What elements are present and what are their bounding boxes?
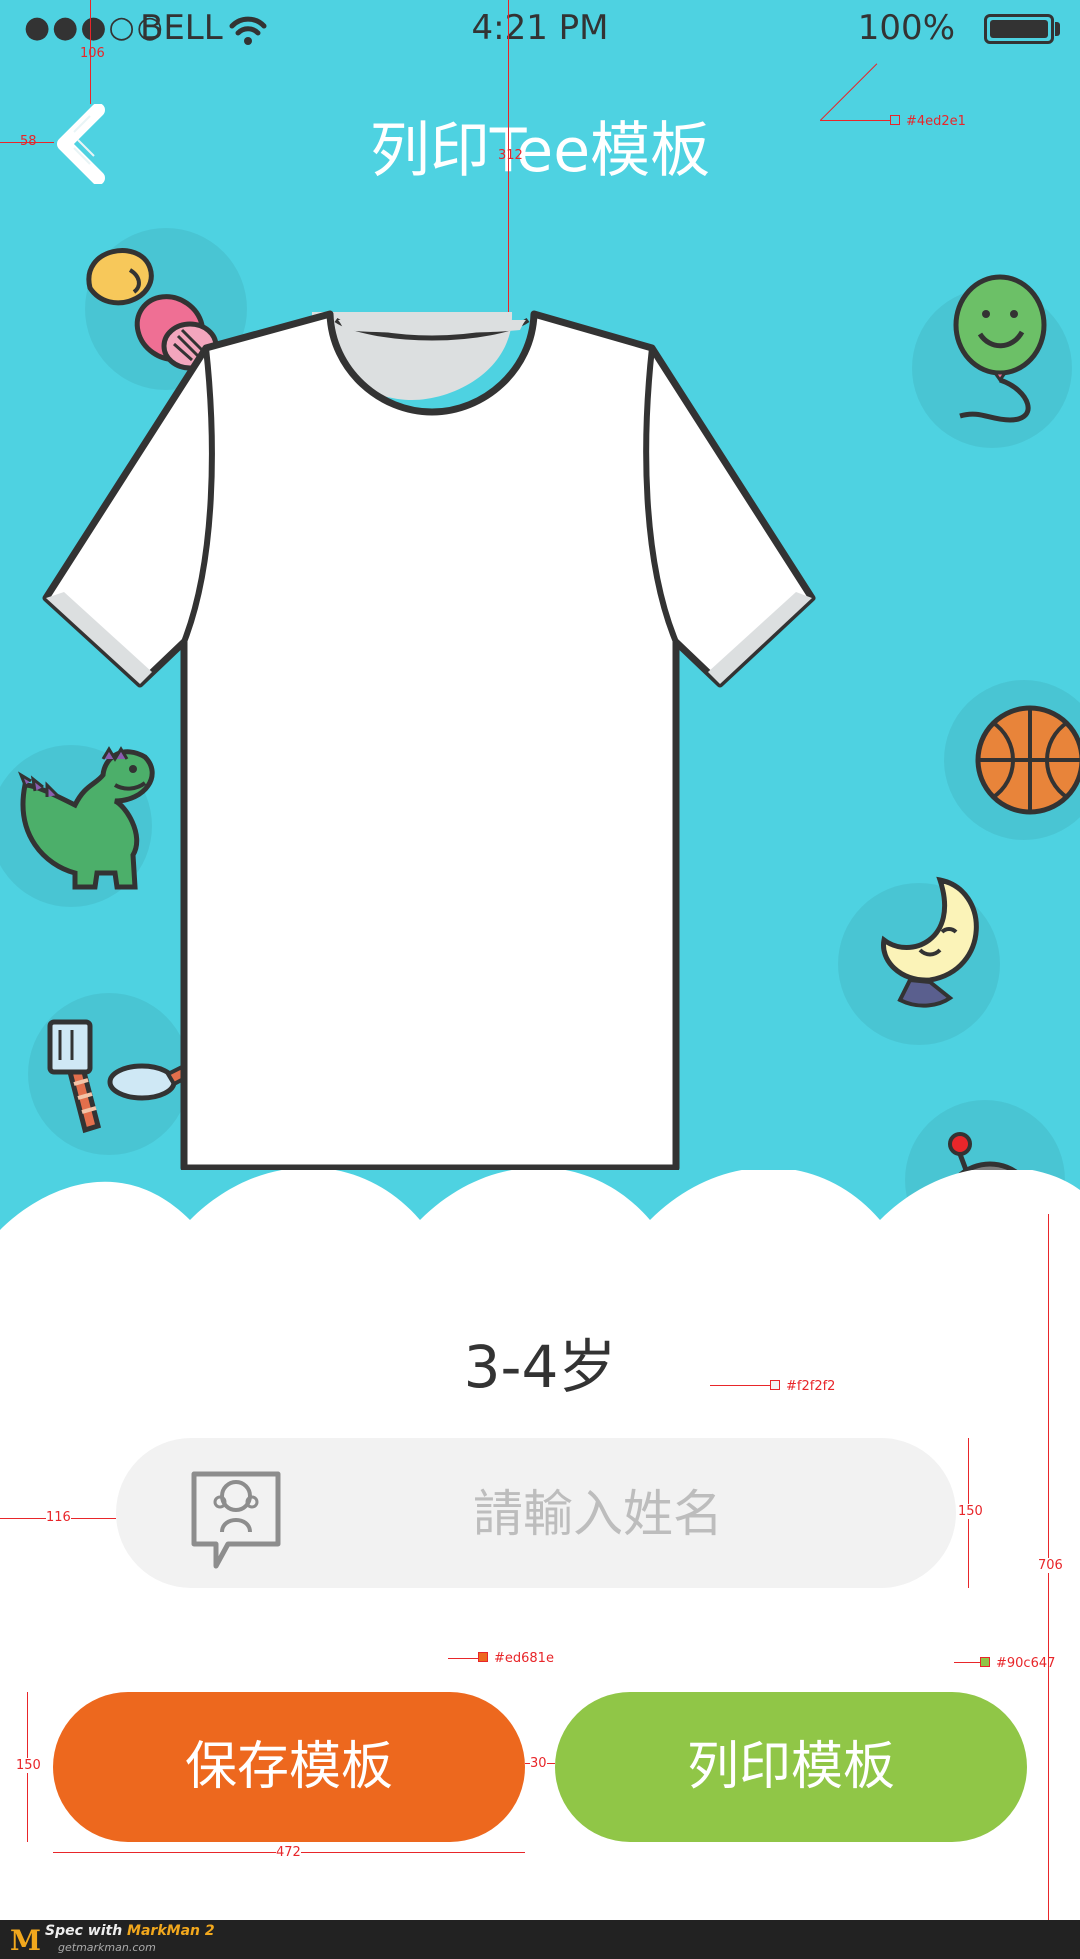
footer-caption: Spec with MarkMan 2	[45, 1923, 215, 1939]
name-input-field[interactable]	[116, 1438, 956, 1590]
spec-swatch-field	[770, 1380, 780, 1390]
footer-brand: MarkMan 2	[127, 1923, 215, 1939]
spec-color-bg: #4ed2e1	[906, 114, 966, 129]
child-avatar-icon	[191, 1471, 281, 1569]
spec-label-title-gap: 312	[498, 148, 523, 163]
battery-icon	[984, 14, 1054, 44]
spec-label-field-left: 116	[46, 1510, 71, 1525]
spec-leader-print-h	[954, 1662, 980, 1663]
spec-swatch-print	[980, 1657, 990, 1667]
spec-leader-field-h	[710, 1385, 770, 1386]
battery-nub	[1055, 22, 1060, 36]
tshirt-template-canvas[interactable]	[20, 300, 860, 1170]
save-template-button[interactable]: 保存模板	[53, 1692, 525, 1842]
status-bar: ●●●○○ BELL 4:21 PM 100%	[0, 0, 1080, 60]
spec-color-save: #ed681e	[494, 1651, 554, 1666]
spec-leader-save-h	[448, 1658, 478, 1659]
spec-label-button-width: 472	[276, 1845, 301, 1860]
name-text-input[interactable]	[316, 1438, 880, 1590]
spec-label-field-height: 150	[958, 1504, 983, 1519]
size-age-label: 3-4岁	[463, 1333, 617, 1401]
markman-logo-icon: M	[10, 1924, 41, 1957]
spec-swatch-bg	[890, 115, 900, 125]
spec-color-print: #90c647	[996, 1656, 1056, 1671]
spec-color-field: #f2f2f2	[786, 1379, 836, 1394]
footer-prefix: Spec with	[45, 1923, 128, 1939]
basketball-sticker-icon[interactable]	[970, 700, 1080, 820]
spec-label-white-height: 706	[1038, 1558, 1063, 1573]
spec-label-button-gap: 30	[530, 1756, 547, 1771]
spec-label-nav-left: 58	[20, 134, 37, 149]
moon-sticker-icon[interactable]	[870, 870, 1000, 1020]
balloon-sticker-icon[interactable]	[940, 270, 1060, 430]
print-template-button[interactable]: 列印模板	[555, 1692, 1027, 1842]
markman-footer: M Spec with MarkMan 2 getmarkman.com	[0, 1920, 1080, 1959]
spec-label-button-height: 150	[16, 1758, 41, 1773]
battery-percentage: 100%	[857, 8, 955, 48]
spec-swatch-save	[478, 1652, 488, 1662]
spec-leader-bg-h	[820, 120, 890, 121]
footer-site: getmarkman.com	[58, 1941, 156, 1954]
spec-label-nav-top: 106	[80, 46, 105, 61]
